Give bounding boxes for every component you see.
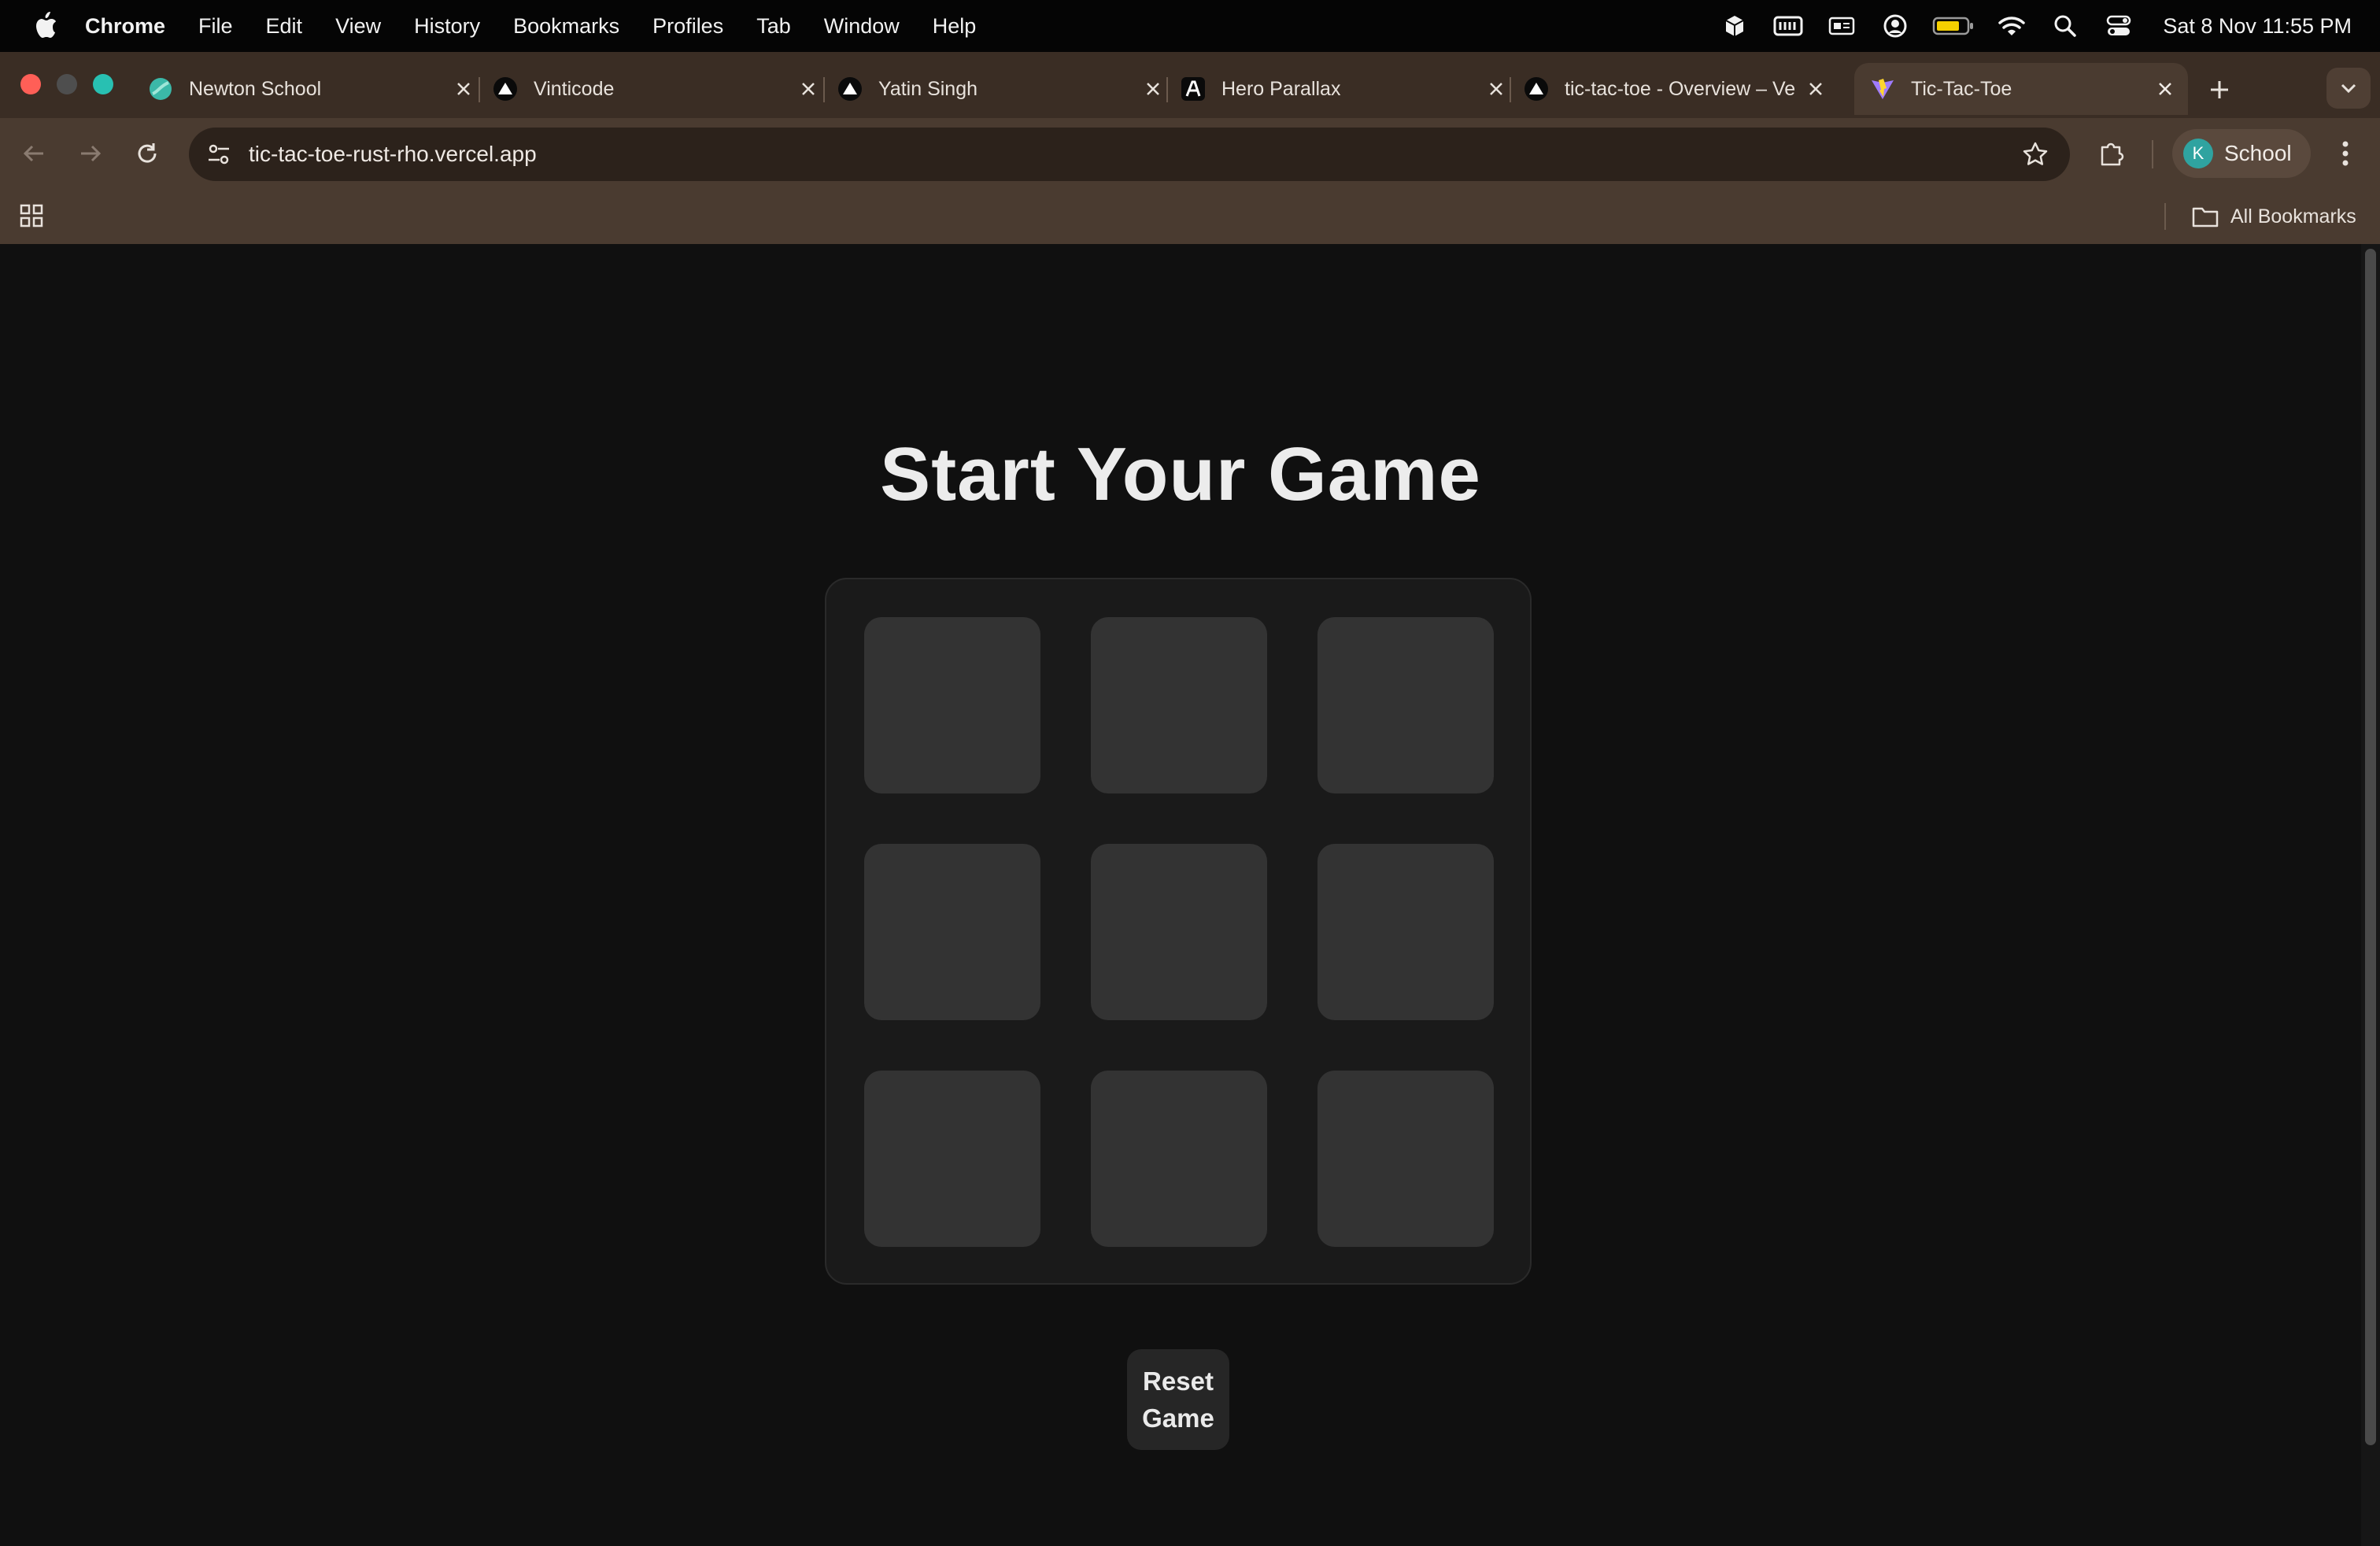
- menu-history[interactable]: History: [414, 14, 480, 39]
- board-cell-7[interactable]: [864, 1071, 1040, 1247]
- browser-toolbar: tic-tac-toe-rust-rho.vercel.app K School: [0, 118, 2380, 189]
- menu-view[interactable]: View: [335, 14, 381, 39]
- tab-vinticode[interactable]: Vinticode: [479, 63, 831, 115]
- menu-bookmarks[interactable]: Bookmarks: [513, 14, 619, 39]
- page-title: Start Your Game: [880, 432, 1481, 516]
- board-cell-9[interactable]: [1318, 1071, 1494, 1247]
- tab-separator: [479, 77, 480, 102]
- tab-separator: [823, 77, 825, 102]
- profile-name: School: [2224, 141, 2292, 165]
- battery-icon[interactable]: [1931, 9, 1975, 43]
- menu-profiles[interactable]: Profiles: [652, 14, 723, 39]
- tab-title: tic-tac-toe - Overview – Ve: [1565, 77, 1796, 100]
- profile-button[interactable]: K School: [2172, 129, 2311, 178]
- scrollbar-thumb[interactable]: [2365, 249, 2376, 1445]
- menu-app-name[interactable]: Chrome: [85, 14, 165, 39]
- vercel-triangle-icon: [1524, 76, 1549, 102]
- tab-title: Vinticode: [534, 77, 615, 100]
- close-tab-icon[interactable]: [1484, 77, 1508, 101]
- board-cell-6[interactable]: [1318, 844, 1494, 1020]
- minimize-window-button[interactable]: [57, 74, 77, 94]
- folder-icon: [2191, 204, 2219, 229]
- tab-title: Newton School: [189, 77, 322, 100]
- reset-label-line2: Game: [1142, 1404, 1214, 1433]
- tab-newton-school[interactable]: Newton School: [148, 63, 486, 115]
- menu-tab[interactable]: Tab: [756, 14, 791, 39]
- apps-grid-icon[interactable]: [17, 202, 46, 230]
- tab-tic-tac-toe[interactable]: Tic-Tac-Toe: [1854, 63, 2188, 115]
- tab-title: Hero Parallax: [1221, 77, 1341, 100]
- close-tab-icon[interactable]: [796, 77, 820, 101]
- tab-title: Tic-Tac-Toe: [1911, 77, 2012, 100]
- status-area: Sat 8 Nov 11:55 PM: [1698, 0, 2352, 52]
- toolbar-separator: [2152, 140, 2153, 168]
- bookmarks-separator: [2164, 203, 2166, 230]
- box-icon[interactable]: [1717, 9, 1752, 43]
- tab-yatin-singh[interactable]: Yatin Singh: [823, 63, 1176, 115]
- board-cell-3[interactable]: [1318, 617, 1494, 793]
- new-tab-plus-icon[interactable]: [2204, 74, 2235, 105]
- board-cell-2[interactable]: [1091, 617, 1267, 793]
- close-tab-icon[interactable]: [2153, 77, 2177, 101]
- display-icon[interactable]: [1824, 9, 1859, 43]
- menu-clock[interactable]: Sat 8 Nov 11:55 PM: [2163, 14, 2352, 39]
- close-window-button[interactable]: [20, 74, 41, 94]
- spotlight-search-icon[interactable]: [2048, 9, 2082, 43]
- board-cell-5[interactable]: [1091, 844, 1267, 1020]
- all-bookmarks-button[interactable]: All Bookmarks: [2191, 200, 2356, 233]
- wifi-icon[interactable]: [1994, 9, 2029, 43]
- zoom-window-button[interactable]: [93, 74, 113, 94]
- close-tab-icon[interactable]: [452, 77, 475, 101]
- tab-separator: [1166, 77, 1168, 102]
- keyboard-icon[interactable]: [1771, 9, 1805, 43]
- game-board: [825, 578, 1532, 1285]
- bookmarks-bar: All Bookmarks: [0, 189, 2380, 244]
- vercel-triangle-icon: [837, 76, 863, 102]
- tab-search-chevron-icon[interactable]: [2326, 68, 2371, 109]
- avatar: K: [2183, 139, 2213, 168]
- board-cell-1[interactable]: [864, 617, 1040, 793]
- user-circle-icon[interactable]: [1878, 9, 1913, 43]
- address-bar[interactable]: tic-tac-toe-rust-rho.vercel.app: [189, 128, 2070, 181]
- extensions-puzzle-icon[interactable]: [2094, 135, 2130, 172]
- tab-hero-parallax[interactable]: Hero Parallax: [1166, 63, 1519, 115]
- reset-button-label: Reset Game: [1142, 1363, 1214, 1437]
- menu-help[interactable]: Help: [933, 14, 977, 39]
- vercel-triangle-icon: [493, 76, 518, 102]
- reset-game-button[interactable]: Reset Game: [1127, 1349, 1229, 1450]
- forward-arrow-icon[interactable]: [72, 135, 109, 172]
- back-arrow-icon[interactable]: [16, 135, 52, 172]
- page-viewport: Start Your Game Reset Game: [0, 244, 2361, 1546]
- apple-menu-icon[interactable]: [31, 10, 58, 42]
- tab-strip: Newton School Vinticode Yatin Singh Hero…: [0, 52, 2380, 118]
- bookmark-star-icon[interactable]: [2020, 139, 2051, 170]
- tab-separator: [1510, 77, 1511, 102]
- aceternity-logo-icon: [1181, 76, 1206, 102]
- tab-vercel-overview[interactable]: tic-tac-toe - Overview – Ve: [1510, 63, 1839, 115]
- close-tab-icon[interactable]: [1141, 77, 1165, 101]
- control-center-icon[interactable]: [2101, 9, 2136, 43]
- reset-label-line1: Reset: [1143, 1367, 1214, 1396]
- site-info-tune-icon[interactable]: [203, 139, 235, 170]
- board-cell-4[interactable]: [864, 844, 1040, 1020]
- macos-menu-bar: Chrome File Edit View History Bookmarks …: [0, 0, 2380, 52]
- vite-logo-icon: [1870, 76, 1895, 102]
- close-tab-icon[interactable]: [1804, 77, 1828, 101]
- tab-title: Yatin Singh: [878, 77, 978, 100]
- menu-edit[interactable]: Edit: [266, 14, 303, 39]
- page-scrollbar[interactable]: [2361, 244, 2380, 1546]
- menu-file[interactable]: File: [198, 14, 233, 39]
- window-controls: [20, 74, 129, 94]
- newton-school-logo-icon: [148, 76, 173, 102]
- reload-icon[interactable]: [129, 135, 165, 172]
- all-bookmarks-label: All Bookmarks: [2230, 205, 2356, 227]
- more-menu-icon[interactable]: [2330, 135, 2361, 172]
- menu-window[interactable]: Window: [824, 14, 900, 39]
- board-cell-8[interactable]: [1091, 1071, 1267, 1247]
- url-text[interactable]: tic-tac-toe-rust-rho.vercel.app: [249, 142, 537, 167]
